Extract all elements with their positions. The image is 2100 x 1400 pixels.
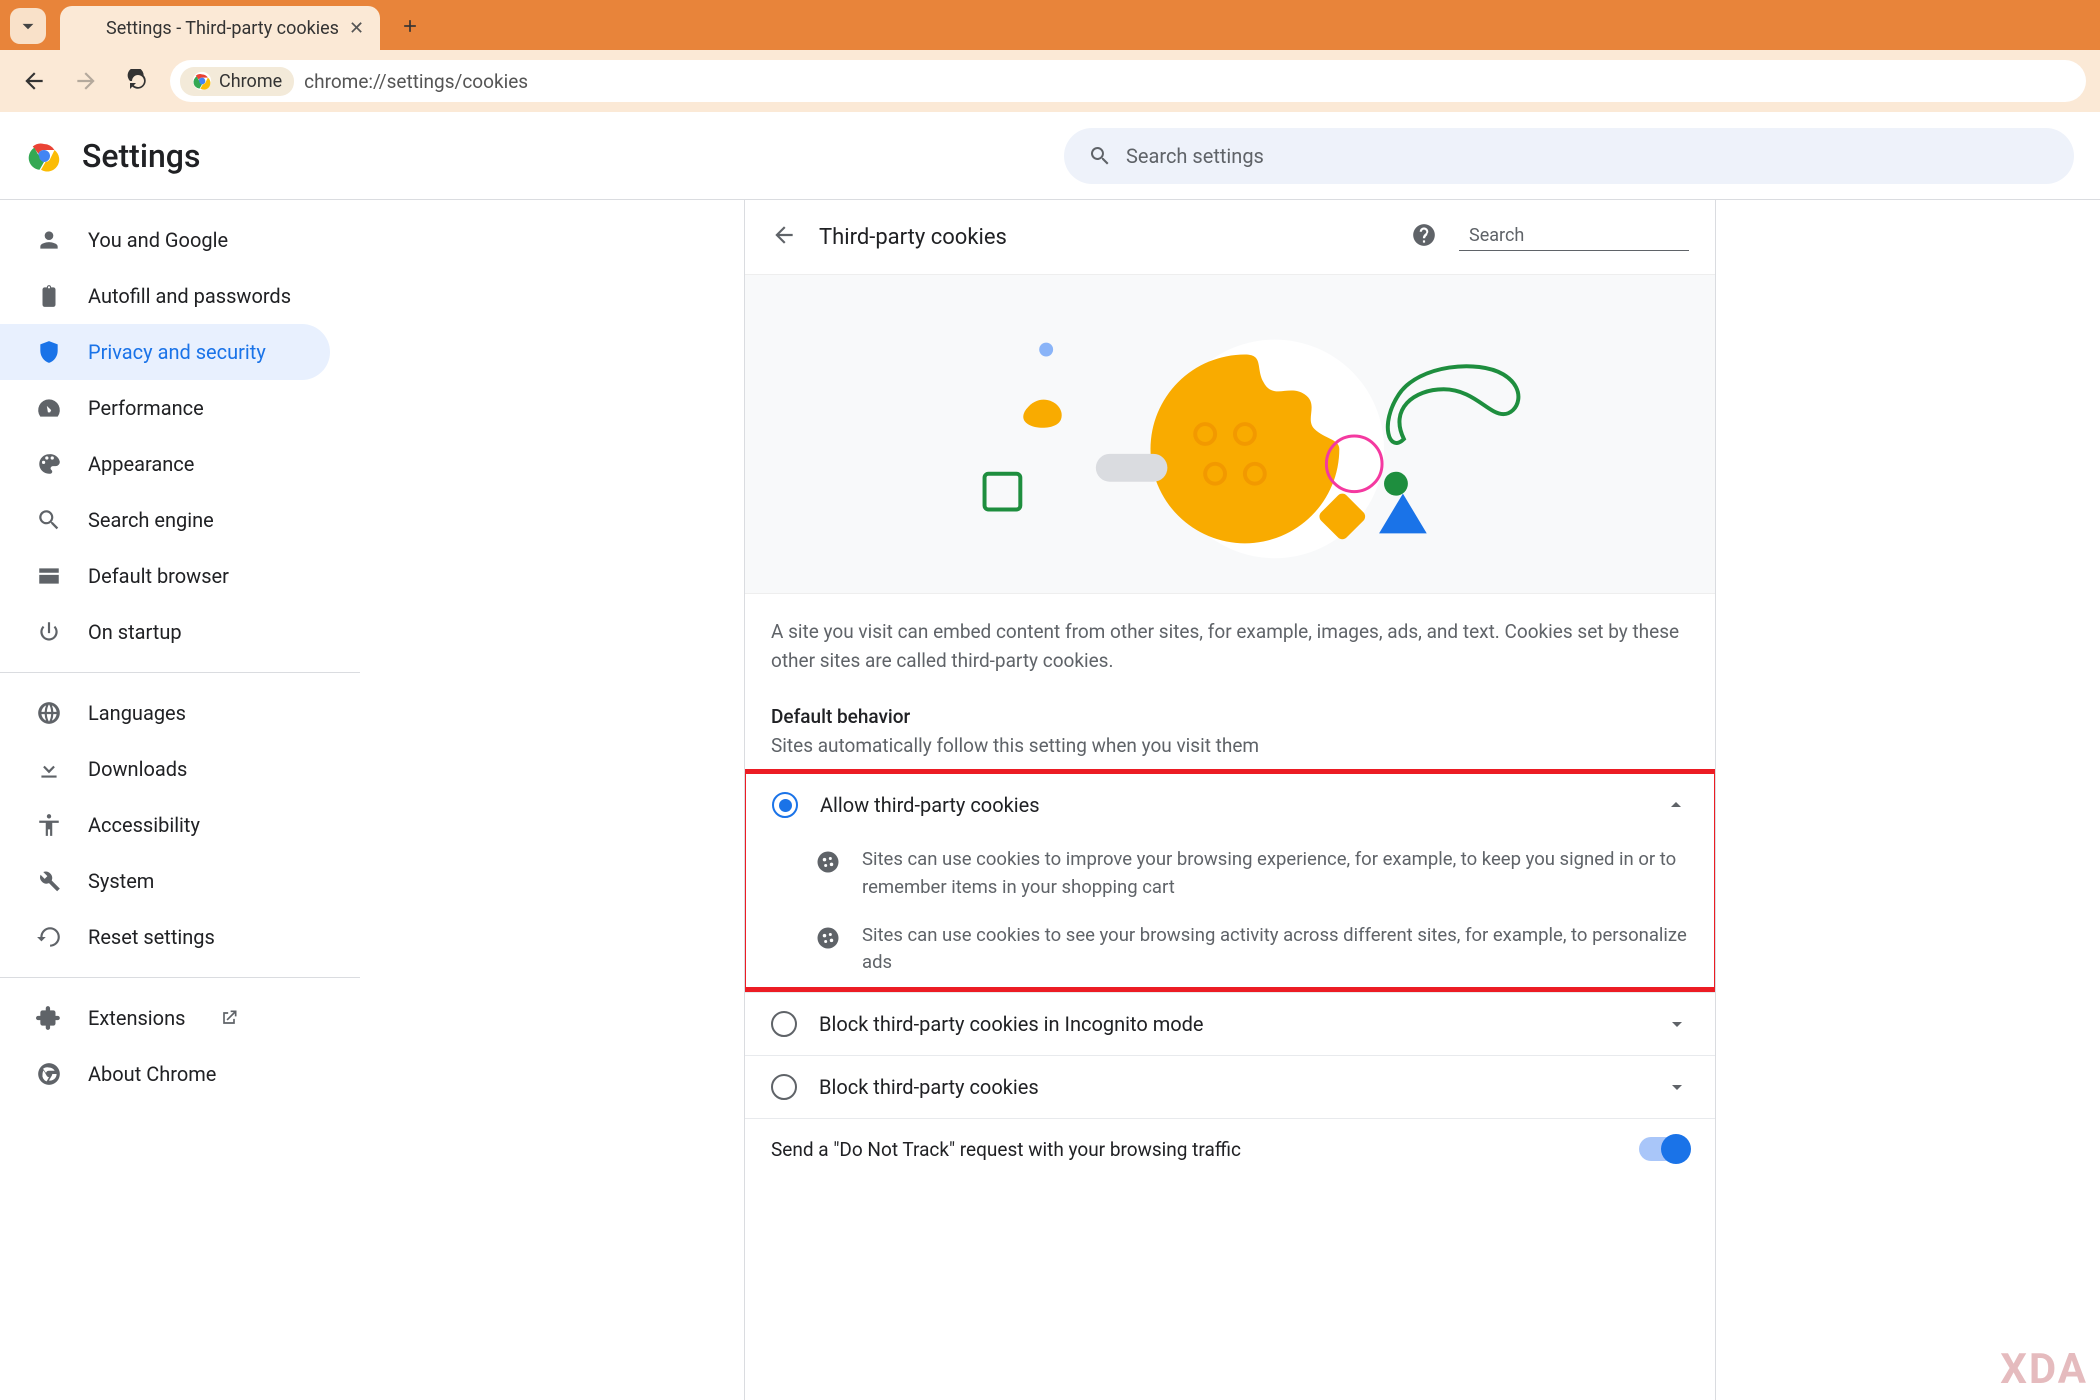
tab-search-button[interactable] — [10, 8, 46, 44]
chrome-chip-label: Chrome — [219, 71, 282, 92]
panel-back-button[interactable] — [771, 222, 797, 252]
sidebar-item-autofill[interactable]: Autofill and passwords — [0, 268, 330, 324]
sidebar-item-extensions[interactable]: Extensions — [0, 990, 330, 1046]
page-title: Settings — [82, 137, 200, 175]
sidebar-item-on-startup[interactable]: On startup — [0, 604, 330, 660]
chrome-outline-icon — [36, 1061, 62, 1087]
reload-button[interactable] — [118, 61, 158, 101]
cookie-icon — [814, 848, 842, 876]
sidebar-item-performance[interactable]: Performance — [0, 380, 330, 436]
sidebar-item-reset[interactable]: Reset settings — [0, 909, 330, 965]
radio-unchecked-icon[interactable] — [771, 1011, 797, 1037]
chevron-down-icon — [15, 13, 41, 39]
option-detail-row: Sites can use cookies to improve your br… — [746, 836, 1714, 912]
restore-icon — [36, 924, 62, 950]
sidebar-item-search-engine[interactable]: Search engine — [0, 492, 330, 548]
settings-search[interactable] — [1064, 128, 2074, 184]
sidebar-item-default-browser[interactable]: Default browser — [0, 548, 330, 604]
option-allow-third-party[interactable]: Allow third-party cookies — [746, 774, 1714, 836]
sidebar-item-system[interactable]: System — [0, 853, 330, 909]
divider — [0, 977, 360, 978]
divider — [0, 672, 360, 673]
shield-icon — [36, 339, 62, 365]
settings-search-input[interactable] — [1126, 144, 2050, 168]
browser-tab[interactable]: Settings - Third-party cookies ✕ — [60, 6, 380, 50]
palette-icon — [36, 451, 62, 477]
sidebar-item-about[interactable]: About Chrome — [0, 1046, 330, 1102]
chrome-logo-icon — [192, 71, 212, 91]
url-text: chrome://settings/cookies — [304, 70, 528, 93]
hero-illustration — [745, 274, 1715, 594]
sidebar-item-you-and-google[interactable]: You and Google — [0, 212, 330, 268]
sidebar-item-appearance[interactable]: Appearance — [0, 436, 330, 492]
person-icon — [36, 227, 62, 253]
sidebar-item-privacy[interactable]: Privacy and security — [0, 324, 330, 380]
url-input[interactable]: Chrome chrome://settings/cookies — [170, 60, 2086, 102]
section-label: Default behavior — [745, 685, 1715, 734]
reload-icon — [126, 69, 150, 93]
option-detail-row: Sites can use cookies to see your browsi… — [746, 912, 1714, 988]
speedometer-icon — [36, 395, 62, 421]
cookie-icon — [814, 924, 842, 952]
panel-header: Third-party cookies — [745, 200, 1715, 274]
back-button[interactable] — [14, 61, 54, 101]
help-icon — [1411, 222, 1437, 248]
chrome-logo-icon — [26, 138, 62, 174]
settings-sidebar: You and Google Autofill and passwords Pr… — [0, 200, 360, 1400]
toggle-on[interactable] — [1639, 1137, 1689, 1161]
tab-close-button[interactable]: ✕ — [349, 18, 364, 39]
address-bar: Chrome chrome://settings/cookies — [0, 50, 2100, 112]
chevron-down-icon[interactable] — [1665, 1012, 1689, 1036]
settings-header: Settings — [0, 112, 2100, 200]
radio-unchecked-icon[interactable] — [771, 1074, 797, 1100]
browser-icon — [36, 563, 62, 589]
download-icon — [36, 756, 62, 782]
settings-panel: Third-party cookies — [744, 200, 1716, 1400]
tab-title: Settings - Third-party cookies — [106, 18, 339, 39]
chevron-down-icon[interactable] — [1665, 1075, 1689, 1099]
forward-button[interactable] — [66, 61, 106, 101]
section-subtext: Sites automatically follow this setting … — [745, 734, 1715, 769]
wrench-icon — [36, 868, 62, 894]
chevron-up-icon[interactable] — [1664, 793, 1688, 817]
sidebar-item-languages[interactable]: Languages — [0, 685, 330, 741]
highlight-annotation: Allow third-party cookies Sites can use … — [744, 769, 1716, 992]
watermark: XDA — [2000, 1345, 2088, 1394]
panel-search-input[interactable] — [1469, 225, 1697, 246]
arrow-left-icon — [771, 222, 797, 248]
panel-search[interactable] — [1459, 223, 1689, 251]
option-block-third-party[interactable]: Block third-party cookies — [745, 1056, 1715, 1118]
extension-icon — [36, 1005, 62, 1031]
open-in-new-icon — [219, 1008, 239, 1028]
arrow-right-icon — [73, 68, 99, 94]
gear-icon — [76, 18, 96, 38]
panel-description: A site you visit can embed content from … — [745, 594, 1715, 685]
power-icon — [36, 619, 62, 645]
radio-checked-icon[interactable] — [772, 792, 798, 818]
plus-icon — [400, 16, 420, 36]
browser-tab-strip: Settings - Third-party cookies ✕ — [0, 0, 2100, 50]
site-chip[interactable]: Chrome — [180, 67, 294, 96]
accessibility-icon — [36, 812, 62, 838]
panel-title: Third-party cookies — [819, 225, 1007, 250]
search-icon — [1088, 144, 1112, 168]
arrow-left-icon — [21, 68, 47, 94]
globe-icon — [36, 700, 62, 726]
option-block-incognito[interactable]: Block third-party cookies in Incognito m… — [745, 993, 1715, 1055]
search-icon — [36, 507, 62, 533]
new-tab-button[interactable] — [392, 8, 428, 44]
sidebar-item-accessibility[interactable]: Accessibility — [0, 797, 330, 853]
sidebar-item-downloads[interactable]: Downloads — [0, 741, 330, 797]
do-not-track-row[interactable]: Send a "Do Not Track" request with your … — [745, 1119, 1715, 1179]
help-button[interactable] — [1411, 222, 1437, 252]
clipboard-icon — [36, 283, 62, 309]
